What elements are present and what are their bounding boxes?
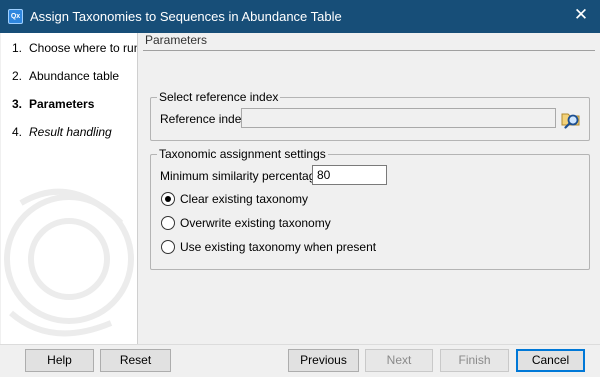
wizard-steps-sidebar: 1. Choose where to run 2. Abundance table …: [1, 33, 138, 344]
step-choose-where-to-run: 1. Choose where to run: [12, 41, 138, 55]
footer-bar: Help Reset Previous Next Finish Cancel: [0, 344, 600, 377]
radio-clear-existing-label[interactable]: Clear existing taxonomy: [180, 192, 308, 206]
min-similarity-input[interactable]: 80: [312, 165, 387, 185]
browse-folder-search-icon[interactable]: [560, 107, 582, 129]
next-button[interactable]: Next: [365, 349, 433, 372]
reference-index-field[interactable]: [241, 108, 556, 128]
main-panel: Parameters Select reference index Refere…: [139, 33, 599, 344]
radio-use-existing-label[interactable]: Use existing taxonomy when present: [180, 240, 376, 254]
taxonomic-assignment-group: Taxonomic assignment settings Minimum si…: [150, 147, 590, 270]
step-parameters: 3. Parameters: [12, 97, 95, 111]
previous-button[interactable]: Previous: [288, 349, 359, 372]
radio-overwrite-existing[interactable]: [161, 216, 175, 230]
help-button[interactable]: Help: [25, 349, 94, 372]
window-title: Assign Taxonomies to Sequences in Abunda…: [30, 9, 342, 24]
header-divider: [143, 50, 595, 51]
reference-group-legend: Select reference index: [157, 90, 281, 104]
radio-use-existing[interactable]: [161, 240, 175, 254]
reference-index-label: Reference index: [160, 112, 248, 126]
taxonomy-group-legend: Taxonomic assignment settings: [157, 147, 328, 161]
finish-button[interactable]: Finish: [440, 349, 509, 372]
reset-button[interactable]: Reset: [100, 349, 171, 372]
radio-clear-existing[interactable]: [161, 192, 175, 206]
app-logo-icon: Qx: [8, 9, 23, 24]
close-icon[interactable]: ✕: [572, 6, 590, 24]
radio-overwrite-existing-label[interactable]: Overwrite existing taxonomy: [180, 216, 331, 230]
cancel-button[interactable]: Cancel: [516, 349, 585, 372]
title-bar: Qx Assign Taxonomies to Sequences in Abu…: [0, 0, 600, 33]
page-title: Parameters: [145, 33, 208, 47]
min-similarity-label: Minimum similarity percentage: [160, 169, 323, 183]
step-result-handling: 4. Result handling: [12, 125, 112, 139]
decorative-swirl-icon: [4, 188, 134, 337]
step-abundance-table: 2. Abundance table: [12, 69, 120, 83]
reference-index-group: Select reference index Reference index: [150, 90, 590, 141]
